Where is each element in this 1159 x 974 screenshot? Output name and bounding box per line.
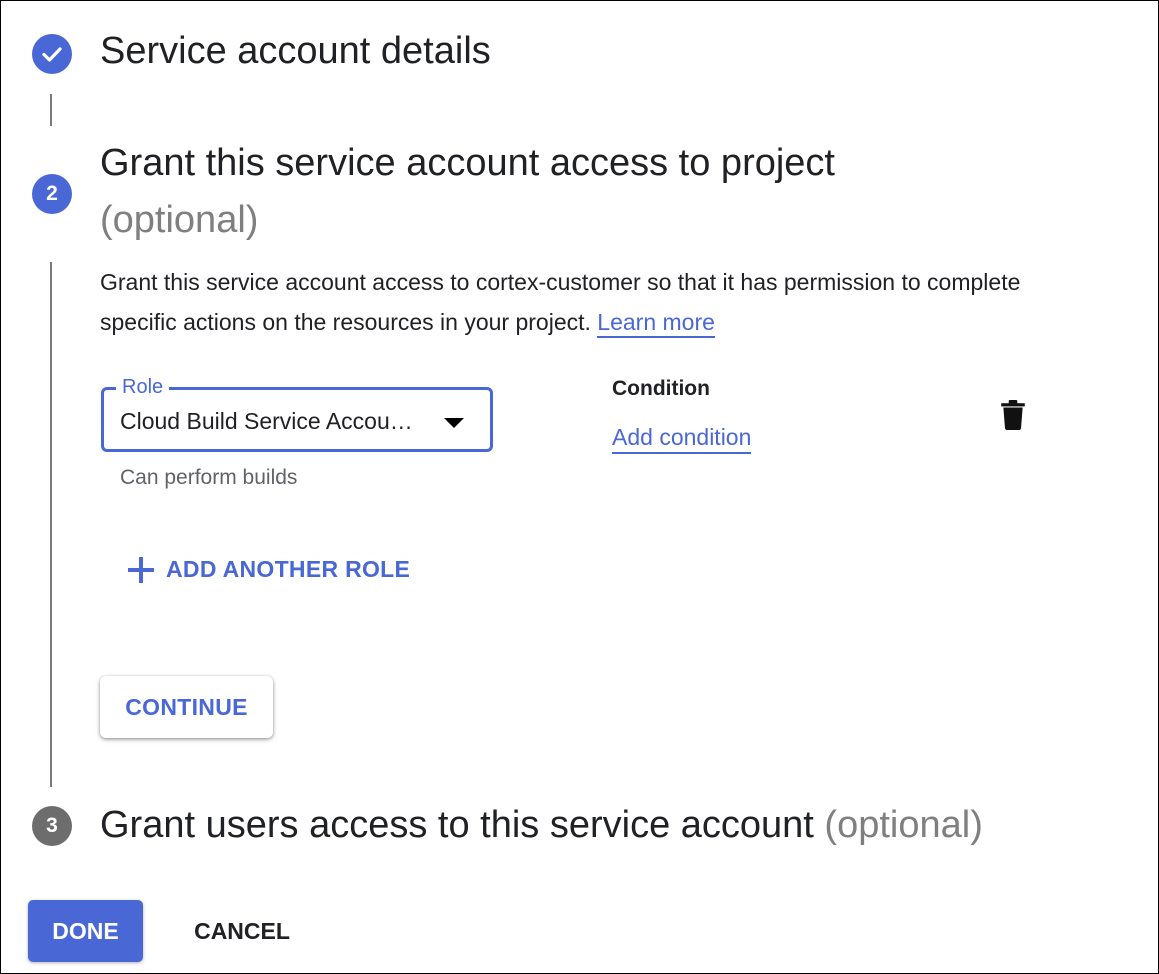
step-3-number-badge: 3 bbox=[32, 806, 72, 846]
step-1-title[interactable]: Service account details bbox=[100, 30, 491, 73]
checkmark-icon bbox=[42, 47, 62, 62]
step-2-optional-label: (optional) bbox=[100, 199, 259, 241]
cancel-button[interactable]: CANCEL bbox=[172, 900, 312, 962]
step-3-number: 3 bbox=[46, 814, 58, 837]
learn-more-link[interactable]: Learn more bbox=[597, 309, 715, 338]
step-2-title[interactable]: Grant this service account access to pro… bbox=[100, 142, 835, 185]
add-another-role-label: ADD ANOTHER ROLE bbox=[166, 556, 411, 582]
dropdown-arrow-icon[interactable] bbox=[444, 418, 464, 428]
delete-trash-icon[interactable] bbox=[1000, 400, 1026, 430]
role-field-label: Role bbox=[116, 374, 170, 400]
step-3-title-row[interactable]: Grant users access to this service accou… bbox=[100, 804, 983, 847]
step-2-number-badge: 2 bbox=[32, 174, 72, 214]
role-selected-value: Cloud Build Service Accou… bbox=[120, 408, 413, 434]
add-condition-link[interactable]: Add condition bbox=[612, 424, 752, 454]
step-connector-1 bbox=[50, 94, 52, 126]
add-another-role-button[interactable]: ADD ANOTHER ROLE bbox=[128, 556, 410, 583]
plus-icon bbox=[128, 556, 154, 583]
step-3-optional-label: (optional) bbox=[824, 804, 983, 846]
step-1-complete-indicator bbox=[32, 34, 72, 74]
step-3-title: Grant users access to this service accou… bbox=[100, 804, 814, 846]
role-helper-text: Can perform builds bbox=[120, 466, 298, 489]
step-2-description-text: Grant this service account access to cor… bbox=[100, 269, 1021, 335]
continue-button[interactable]: CONTINUE bbox=[100, 676, 273, 738]
role-select[interactable]: Role Cloud Build Service Accou… bbox=[101, 374, 493, 452]
step-2-number: 2 bbox=[46, 182, 58, 205]
condition-label: Condition bbox=[612, 377, 710, 400]
step-connector-2 bbox=[50, 262, 52, 787]
done-button[interactable]: DONE bbox=[28, 900, 143, 962]
step-2-description: Grant this service account access to cor… bbox=[100, 262, 1060, 342]
